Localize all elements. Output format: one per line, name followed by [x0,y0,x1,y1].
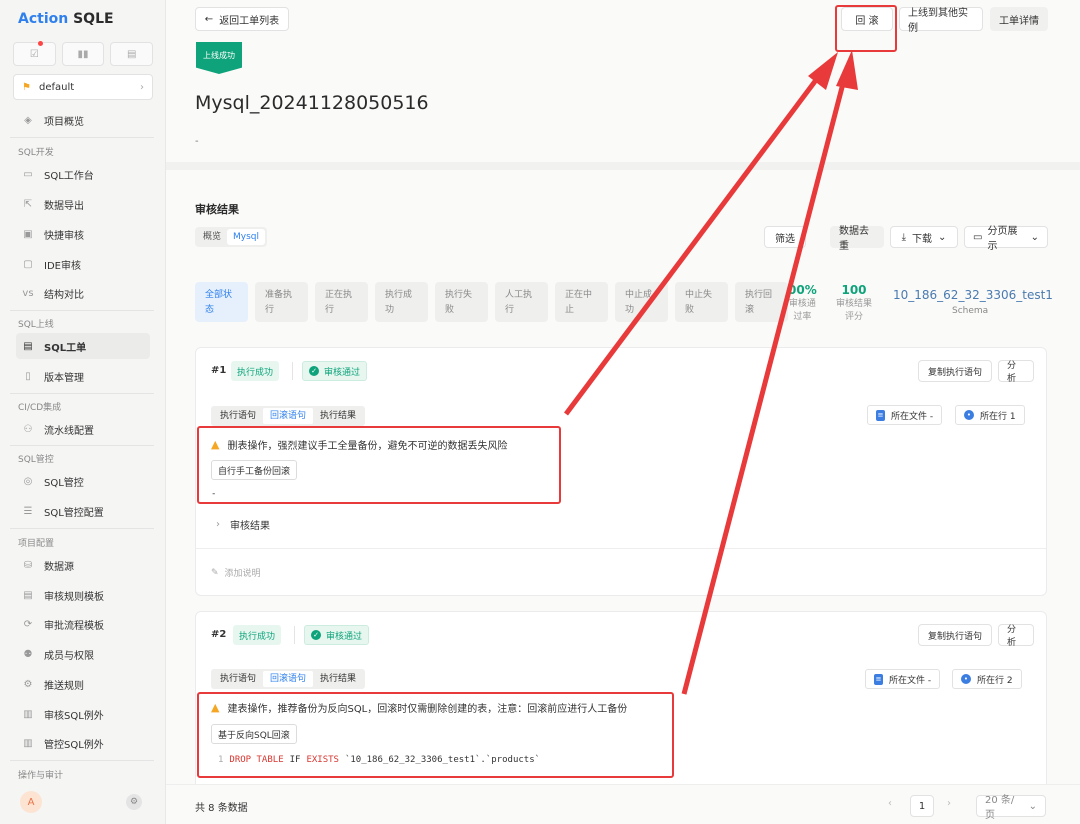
annotation-arrows [563,50,858,695]
arrow-head [836,50,858,90]
arrow-line [563,70,825,416]
arrow-line [681,71,849,695]
